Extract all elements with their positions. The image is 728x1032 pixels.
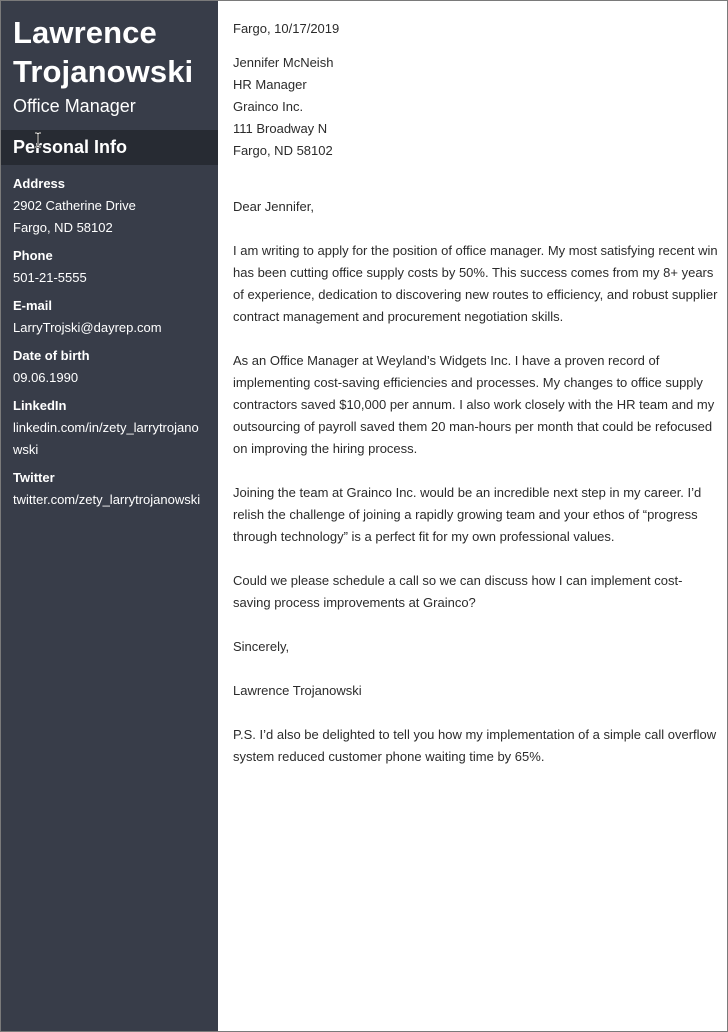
info-label: Date of birth xyxy=(13,348,90,363)
info-value: LarryTrojski@dayrep.com xyxy=(13,320,162,335)
personal-info-list: Address 2902 Catherine Drive Fargo, ND 5… xyxy=(1,165,218,511)
info-label: Phone xyxy=(13,248,53,263)
paragraph: I am writing to apply for the position o… xyxy=(233,243,718,324)
info-value: 501-21-5555 xyxy=(13,270,87,285)
info-value: linkedin.com/in/zety_larrytrojanowski xyxy=(13,420,199,457)
info-label: LinkedIn xyxy=(13,398,67,413)
letter-date: Fargo, 10/17/2019 xyxy=(233,21,340,36)
recipient-title: HR Manager xyxy=(233,77,307,92)
info-value: 2902 Catherine Drive xyxy=(13,198,136,213)
applicant-role: Office Manager xyxy=(13,96,136,116)
salutation: Dear Jennifer, xyxy=(233,199,314,214)
recipient-block: Jennifer McNeish HR Manager Grainco Inc.… xyxy=(233,52,727,162)
text-cursor-icon xyxy=(35,132,41,148)
name-first: Lawrence xyxy=(13,15,157,50)
info-value: 09.06.1990 xyxy=(13,370,79,385)
paragraph: Could we please schedule a call so we ca… xyxy=(233,573,683,610)
info-label: E-mail xyxy=(13,298,53,313)
info-date-of-birth: Date of birth 09.06.1990 xyxy=(13,345,218,389)
sidebar: Lawrence Trojanowski Office Manager Pers… xyxy=(1,1,218,1031)
recipient-name: Jennifer McNeish xyxy=(233,55,334,70)
paragraph: As an Office Manager at Weyland’s Widget… xyxy=(233,353,715,456)
info-phone: Phone 501-21-5555 xyxy=(13,245,218,289)
info-linkedin: LinkedIn linkedin.com/in/zety_larrytroja… xyxy=(13,395,218,461)
cover-letter-page: Lawrence Trojanowski Office Manager Pers… xyxy=(0,0,728,1032)
info-value: twitter.com/zety_larrytrojanowski xyxy=(13,492,201,507)
paragraph: Joining the team at Grainco Inc. would b… xyxy=(233,485,702,544)
closing: Sincerely, xyxy=(233,639,290,654)
info-twitter: Twitter twitter.com/zety_larrytrojanowsk… xyxy=(13,467,218,511)
applicant-name: Lawrence Trojanowski xyxy=(1,1,218,91)
postscript: P.S. I’d also be delighted to tell you h… xyxy=(233,727,717,764)
signature: Lawrence Trojanowski xyxy=(233,683,362,698)
info-label: Address xyxy=(13,176,66,191)
recipient-street: 111 Broadway N xyxy=(233,121,328,136)
letter-body: Fargo, 10/17/2019 Jennifer McNeish HR Ma… xyxy=(218,1,727,1031)
info-value: Fargo, ND 58102 xyxy=(13,220,113,235)
name-last: Trojanowski xyxy=(13,54,194,89)
info-label: Twitter xyxy=(13,470,55,485)
recipient-city: Fargo, ND 58102 xyxy=(233,143,333,158)
info-email: E-mail LarryTrojski@dayrep.com xyxy=(13,295,218,339)
recipient-company: Grainco Inc. xyxy=(233,99,304,114)
info-address: Address 2902 Catherine Drive Fargo, ND 5… xyxy=(13,173,218,239)
